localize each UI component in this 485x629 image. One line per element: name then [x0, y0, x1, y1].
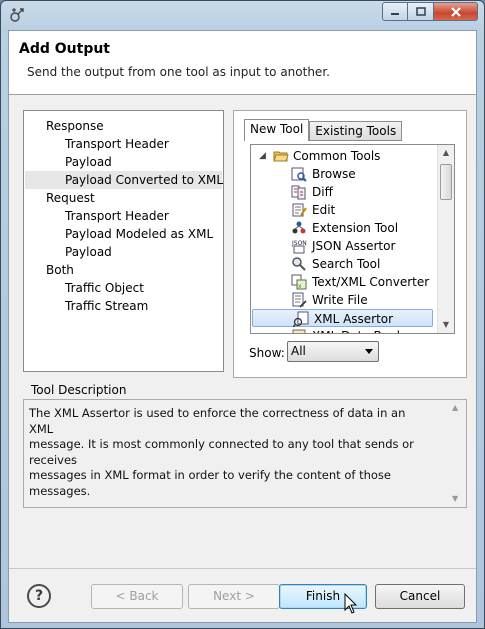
tool-description-box[interactable]: The XML Assertor is used to enforce the … [23, 399, 467, 508]
source-tree-item-label: Traffic Stream [65, 299, 149, 313]
source-tree-item[interactable]: Payload [65, 153, 112, 171]
source-tree-item-label: Payload Modeled as XML [65, 227, 214, 241]
scroll-down-icon[interactable]: ▼ [452, 494, 458, 503]
dialog-header: Add Output Send the output from one tool… [9, 31, 476, 95]
source-tree-item[interactable]: Payload [65, 243, 112, 261]
json-assertor-icon: JSON [291, 240, 307, 254]
description-scrollbar[interactable]: ▲ ▼ [450, 403, 464, 503]
source-tree-item-label: Payload [65, 155, 112, 169]
folder-open-icon [273, 151, 289, 162]
source-tree-item[interactable]: Traffic Object [65, 279, 144, 297]
scroll-thumb[interactable] [440, 164, 452, 200]
scroll-up-icon[interactable]: ▲ [438, 145, 454, 161]
tool-selection-panel: New Tool Existing Tools ▲ ▼ ◢ Common Tool… [233, 110, 467, 378]
tool-item-label: Text/XML Converter [312, 275, 430, 289]
output-source-tree[interactable]: Response Transport Header Payload Payload C… [23, 110, 224, 372]
tab-existing-tools[interactable]: Existing Tools [309, 121, 403, 141]
source-tree-item-label: Response [46, 119, 104, 133]
tool-item-label: Extension Tool [312, 221, 399, 235]
tool-item-label: Edit [312, 203, 336, 217]
source-tree-item[interactable]: Traffic Stream [65, 297, 148, 315]
source-tree-item-label: Transport Header [65, 209, 169, 223]
diff-icon [291, 185, 306, 200]
description-line: The XML Assertor is used to enforce the … [29, 406, 406, 436]
tool-item-label: XML Data Bank [312, 327, 404, 333]
show-dropdown[interactable]: All [287, 341, 379, 362]
tool-item-label: JSON Assertor [312, 239, 396, 253]
help-button[interactable]: ? [27, 584, 51, 608]
tool-description-text: The XML Assertor is used to enforce the … [29, 406, 429, 499]
back-button[interactable]: < Back [91, 584, 183, 609]
tool-item-label: Write File [312, 293, 368, 307]
title-bar[interactable] [1, 1, 484, 29]
cancel-button[interactable]: Cancel [375, 584, 465, 609]
browse-icon [291, 167, 307, 182]
edit-icon [292, 203, 307, 217]
tool-description-group: Tool Description The XML Assertor is use… [23, 383, 467, 513]
tool-tree-scrollbar[interactable]: ▲ ▼ [437, 145, 454, 333]
maximize-icon [415, 6, 426, 16]
tab-new-tool[interactable]: New Tool [244, 119, 310, 141]
collapse-triangle-icon[interactable]: ◢ [259, 147, 266, 165]
source-tree-item-label: Payload Converted to XML [65, 173, 223, 187]
tool-item-label: Diff [312, 185, 333, 199]
show-dropdown-value: All [291, 344, 306, 358]
tool-item[interactable]: Extension Tool [251, 219, 434, 237]
tool-tree[interactable]: ▲ ▼ ◢ Common Tools Browse Diff Edit Extension… [250, 144, 455, 334]
minimize-button[interactable] [382, 2, 408, 21]
close-button[interactable] [434, 2, 478, 21]
tool-item[interactable]: XML Assertor [252, 309, 433, 327]
source-tree-item-label: Request [46, 191, 95, 205]
svg-text:x: x [298, 283, 302, 290]
show-label: Show: [249, 346, 285, 360]
xml-assertor-icon [293, 311, 309, 327]
mouse-cursor-icon [344, 593, 358, 614]
search-icon [292, 257, 306, 271]
source-tree-item-label: Both [46, 263, 74, 277]
source-tree-item[interactable]: Both [46, 261, 74, 279]
chevron-down-icon [365, 349, 373, 354]
tool-description-label: Tool Description [31, 383, 127, 397]
tool-item-label: Browse [312, 167, 356, 181]
tool-item[interactable]: XML Data Bank [251, 327, 434, 333]
source-tree-item-label: Transport Header [65, 137, 169, 151]
write-file-icon [292, 292, 307, 308]
tool-item[interactable]: Search Tool [251, 255, 434, 273]
tool-tabs: New Tool Existing Tools [244, 119, 403, 141]
description-line: messages in XML format in order to verif… [29, 468, 391, 498]
source-tree-item-label: Traffic Object [65, 281, 144, 295]
source-tree-item[interactable]: Request [46, 189, 95, 207]
dialog-description: Send the output from one tool as input t… [27, 65, 330, 79]
source-tree-item[interactable]: Response [46, 117, 104, 135]
tool-item[interactable]: Write File [251, 291, 434, 309]
tool-item[interactable]: x Text/XML Converter [251, 273, 434, 291]
extension-tool-icon [292, 221, 306, 234]
next-button[interactable]: Next > [188, 584, 280, 609]
tool-item[interactable]: Browse [251, 165, 434, 183]
xml-data-bank-icon [292, 329, 306, 333]
source-tree-item[interactable]: Transport Header [65, 207, 169, 225]
app-icon [10, 8, 24, 22]
source-tree-item-label: Payload [65, 245, 112, 259]
source-tree-item[interactable]: Payload Converted to XML [25, 171, 223, 189]
scroll-down-icon[interactable]: ▼ [438, 317, 454, 333]
tool-item-label: XML Assertor [314, 312, 394, 326]
tool-item[interactable]: JSON JSON Assertor [251, 237, 434, 255]
tool-item[interactable]: Diff [251, 183, 434, 201]
tool-group-label: Common Tools [293, 149, 381, 163]
dialog-client-area: Add Output Send the output from one tool… [8, 30, 477, 623]
minimize-icon [391, 12, 399, 15]
scroll-up-icon[interactable]: ▲ [452, 403, 458, 412]
dialog-title: Add Output [19, 41, 110, 57]
description-line: message. It is most commonly connected t… [29, 437, 414, 467]
tool-item-label: Search Tool [312, 257, 381, 271]
source-tree-item[interactable]: Payload Modeled as XML [65, 225, 213, 243]
source-tree-item[interactable]: Transport Header [65, 135, 169, 153]
close-icon [450, 6, 461, 17]
add-output-dialog-window: Add Output Send the output from one tool… [0, 0, 485, 629]
maximize-button[interactable] [408, 2, 434, 21]
tool-item[interactable]: Edit [251, 201, 434, 219]
footer-divider [9, 568, 476, 569]
converter-icon: x [291, 274, 307, 290]
